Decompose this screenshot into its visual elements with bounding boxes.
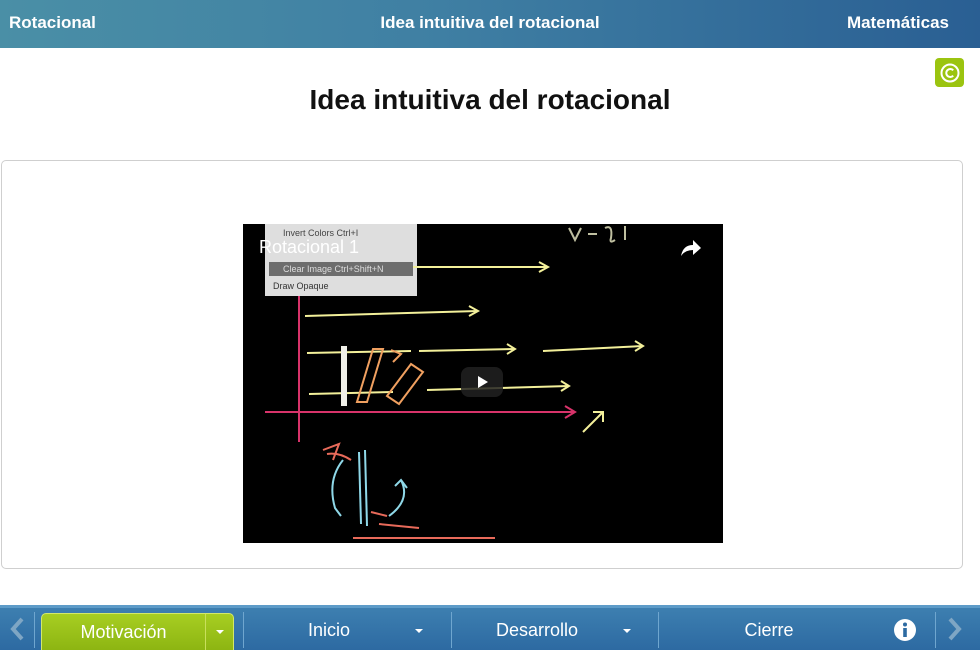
- page-title: Idea intuitiva del rotacional: [309, 84, 671, 115]
- play-button[interactable]: [461, 367, 503, 397]
- play-icon: [478, 376, 488, 388]
- subject-title: Matemáticas: [846, 13, 949, 32]
- video-player[interactable]: Invert Colors Ctrl+I Clear Image Ctrl+Sh…: [243, 224, 723, 543]
- tab-label: Desarrollo: [495, 620, 579, 640]
- copyright-icon[interactable]: [935, 58, 964, 87]
- tab-desarrollo[interactable]: Desarrollo: [452, 608, 658, 650]
- bottom-navigation: Motivación Inicio Desarrollo Cierre: [0, 605, 980, 650]
- video-menu-item: Draw Opaque: [273, 281, 329, 291]
- share-icon[interactable]: [679, 238, 703, 263]
- chevron-right-icon[interactable]: [938, 608, 972, 650]
- video-menu-item: Clear Image Ctrl+Shift+N: [283, 264, 384, 274]
- chevron-left-icon[interactable]: [0, 608, 34, 650]
- caret-down-icon[interactable]: [415, 629, 423, 633]
- caret-down-icon[interactable]: [623, 629, 631, 633]
- tab-motivacion-dropdown[interactable]: [205, 614, 234, 650]
- divider: [34, 612, 35, 648]
- video-title[interactable]: Rotacional 1: [259, 237, 359, 258]
- tab-label: Inicio: [307, 620, 351, 640]
- tab-cierre[interactable]: Cierre: [659, 608, 879, 650]
- tab-label: Motivación: [80, 622, 167, 642]
- tab-inicio[interactable]: Inicio: [244, 608, 451, 650]
- caret-down-icon: [216, 630, 224, 634]
- tab-label: Cierre: [744, 620, 794, 640]
- section-title: Idea intuitiva del rotacional: [380, 13, 600, 32]
- top-header: Rotacional Idea intuitiva del rotacional…: [0, 0, 980, 48]
- info-icon[interactable]: [893, 618, 917, 647]
- divider: [935, 612, 936, 648]
- tab-motivacion[interactable]: Motivación: [41, 613, 234, 650]
